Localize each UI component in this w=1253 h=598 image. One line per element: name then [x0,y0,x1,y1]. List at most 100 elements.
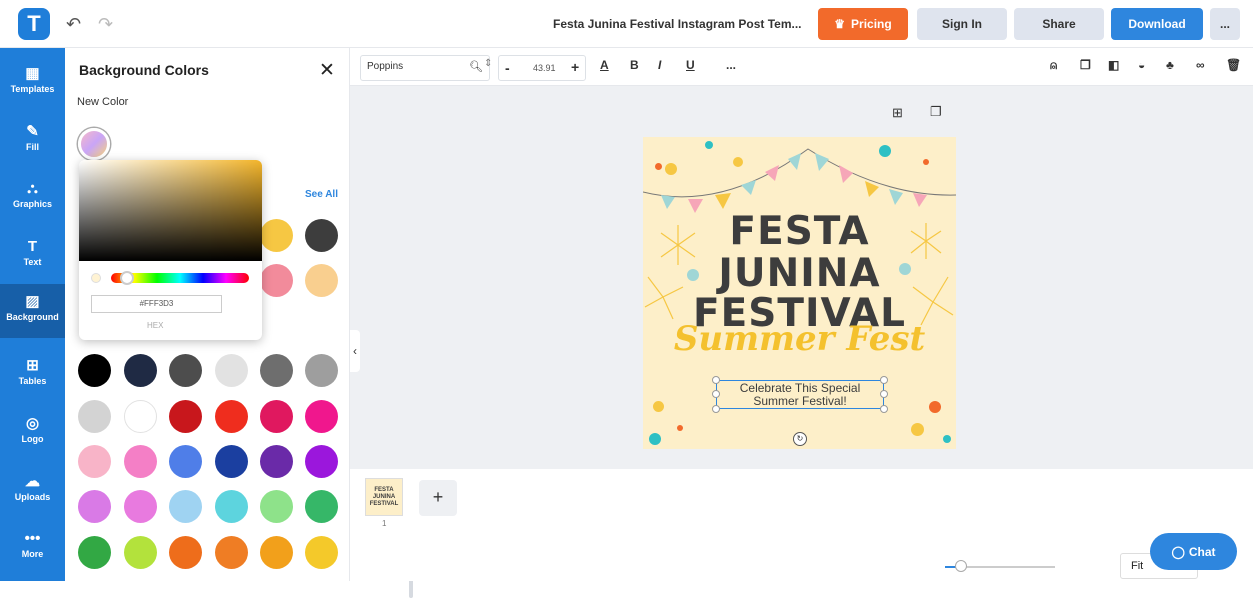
new-color-swatch[interactable] [78,128,110,160]
color-swatch[interactable] [305,400,338,433]
color-swatch[interactable] [78,445,111,478]
resize-handle[interactable] [880,405,888,413]
opacity-icon[interactable]: ◒ [1138,58,1145,72]
chat-button[interactable]: ◯ Chat [1150,533,1237,570]
redo-icon[interactable]: ↷ [98,14,113,35]
sidebar-item-background[interactable]: ▨ Background [0,284,65,338]
font-size-stepper[interactable]: - 43.91 + [498,55,586,81]
undo-icon[interactable]: ↶ [66,14,81,35]
bold-icon[interactable]: B [630,58,639,72]
resize-handle[interactable] [712,390,720,398]
color-swatch[interactable] [215,354,248,387]
color-swatch[interactable] [305,445,338,478]
font-name: Poppins [367,61,404,72]
chevron-updown-icon[interactable]: ⇕ [484,58,492,69]
paint-roller-icon[interactable]: ⍝ [1050,58,1057,73]
color-swatch[interactable] [215,445,248,478]
hex-input[interactable]: #FFF3D3 [91,295,222,313]
position-icon[interactable]: ♣ [1166,58,1174,72]
sidebar-item-graphics[interactable]: ⛬ Graphics [0,176,65,226]
share-button[interactable]: Share [1014,8,1104,40]
font-size-value[interactable]: 43.91 [533,63,556,73]
color-swatch[interactable] [78,536,111,569]
sidebar-item-uploads[interactable]: ☁ Uploads [0,468,65,518]
color-swatch[interactable] [305,536,338,569]
add-page-button[interactable]: + [419,480,457,516]
color-swatch[interactable] [124,400,157,433]
color-swatch[interactable] [169,536,202,569]
sidebar-item-templates[interactable]: ▦ Templates [0,60,65,110]
color-swatch[interactable] [124,445,157,478]
trash-icon[interactable]: 🗑︎ [1226,58,1241,72]
collapse-panel-button[interactable]: ‹ [350,330,360,372]
page-thumbnail[interactable]: FESTA JUNINA FESTIVAL [365,478,403,516]
more-menu-button[interactable]: ... [1210,8,1240,40]
color-swatch[interactable] [260,354,293,387]
app-logo[interactable]: T [18,8,50,40]
color-swatch[interactable] [169,445,202,478]
color-swatch[interactable] [260,219,293,252]
color-swatch[interactable] [124,490,157,523]
see-all-link[interactable]: See All [305,189,338,200]
italic-icon[interactable]: I [658,58,661,72]
color-swatch[interactable] [169,490,202,523]
color-swatch[interactable] [78,354,111,387]
decrease-size-button[interactable]: - [505,60,510,76]
script-subtitle[interactable]: Summer Fest [643,319,956,359]
color-swatch[interactable] [305,219,338,252]
more-options-icon[interactable]: ... [726,58,736,72]
sidebar-item-more[interactable]: ••• More [0,526,65,576]
color-swatch[interactable] [169,400,202,433]
document-title[interactable]: Festa Junina Festival Instagram Post Tem… [553,17,802,31]
layer-icon[interactable]: ◧ [1108,58,1119,72]
hue-slider-knob[interactable] [120,271,134,285]
design-canvas[interactable]: FESTA JUNINA FESTIVAL Summer Fest Celebr… [643,137,956,449]
color-swatch[interactable] [124,536,157,569]
resize-handle[interactable] [880,376,888,384]
copy-page-icon[interactable]: ❐ [930,104,942,120]
color-swatch[interactable] [260,490,293,523]
color-swatch[interactable] [169,354,202,387]
color-swatch[interactable] [260,445,293,478]
underline-icon[interactable]: U [686,58,695,72]
color-swatch[interactable] [305,264,338,297]
title-line-2[interactable]: JUNINA [643,251,956,296]
color-swatch[interactable] [215,400,248,433]
sidebar-item-label: Uploads [14,492,51,502]
search-icon[interactable]: 🔍︎ [469,60,483,73]
color-swatch[interactable] [215,536,248,569]
sidebar-item-tables[interactable]: ⊞ Tables [0,352,65,402]
color-swatch[interactable] [305,354,338,387]
color-swatch[interactable] [215,490,248,523]
color-swatch[interactable] [124,354,157,387]
text-icon: T [27,238,38,255]
selected-text-box[interactable]: Celebrate This Special Summer Festival! [716,380,884,409]
color-swatch[interactable] [260,264,293,297]
zoom-slider-knob[interactable] [955,560,967,572]
color-swatch[interactable] [260,400,293,433]
sidebar-item-text[interactable]: T Text [0,234,65,284]
text-color-icon[interactable]: A [600,58,609,72]
color-swatch[interactable] [78,400,111,433]
link-icon[interactable]: ∞ [1196,58,1205,72]
add-page-icon[interactable]: ⊞ [892,105,903,121]
increase-size-button[interactable]: + [571,59,579,75]
color-swatch[interactable] [260,536,293,569]
sidebar-item-label: Graphics [12,199,52,209]
rotate-icon[interactable]: ↻ [793,432,807,446]
sidebar-item-logo[interactable]: ◎ Logo [0,410,65,460]
close-icon[interactable]: ✕ [319,59,335,82]
color-swatch[interactable] [305,490,338,523]
pricing-button[interactable]: ♛ Pricing [818,8,908,40]
resize-handle[interactable] [712,405,720,413]
font-family-select[interactable]: Poppins 🔍︎ ⇕ [360,55,492,81]
duplicate-icon[interactable]: ❐ [1080,58,1091,72]
download-button[interactable]: Download [1111,8,1203,40]
sidebar-item-fill[interactable]: ✎ Fill [0,118,65,168]
resize-handle[interactable] [880,390,888,398]
sign-in-button[interactable]: Sign In [917,8,1007,40]
saturation-area[interactable] [79,160,262,261]
color-swatch[interactable] [78,490,111,523]
title-line-1[interactable]: FESTA [643,209,956,254]
resize-handle[interactable] [712,376,720,384]
